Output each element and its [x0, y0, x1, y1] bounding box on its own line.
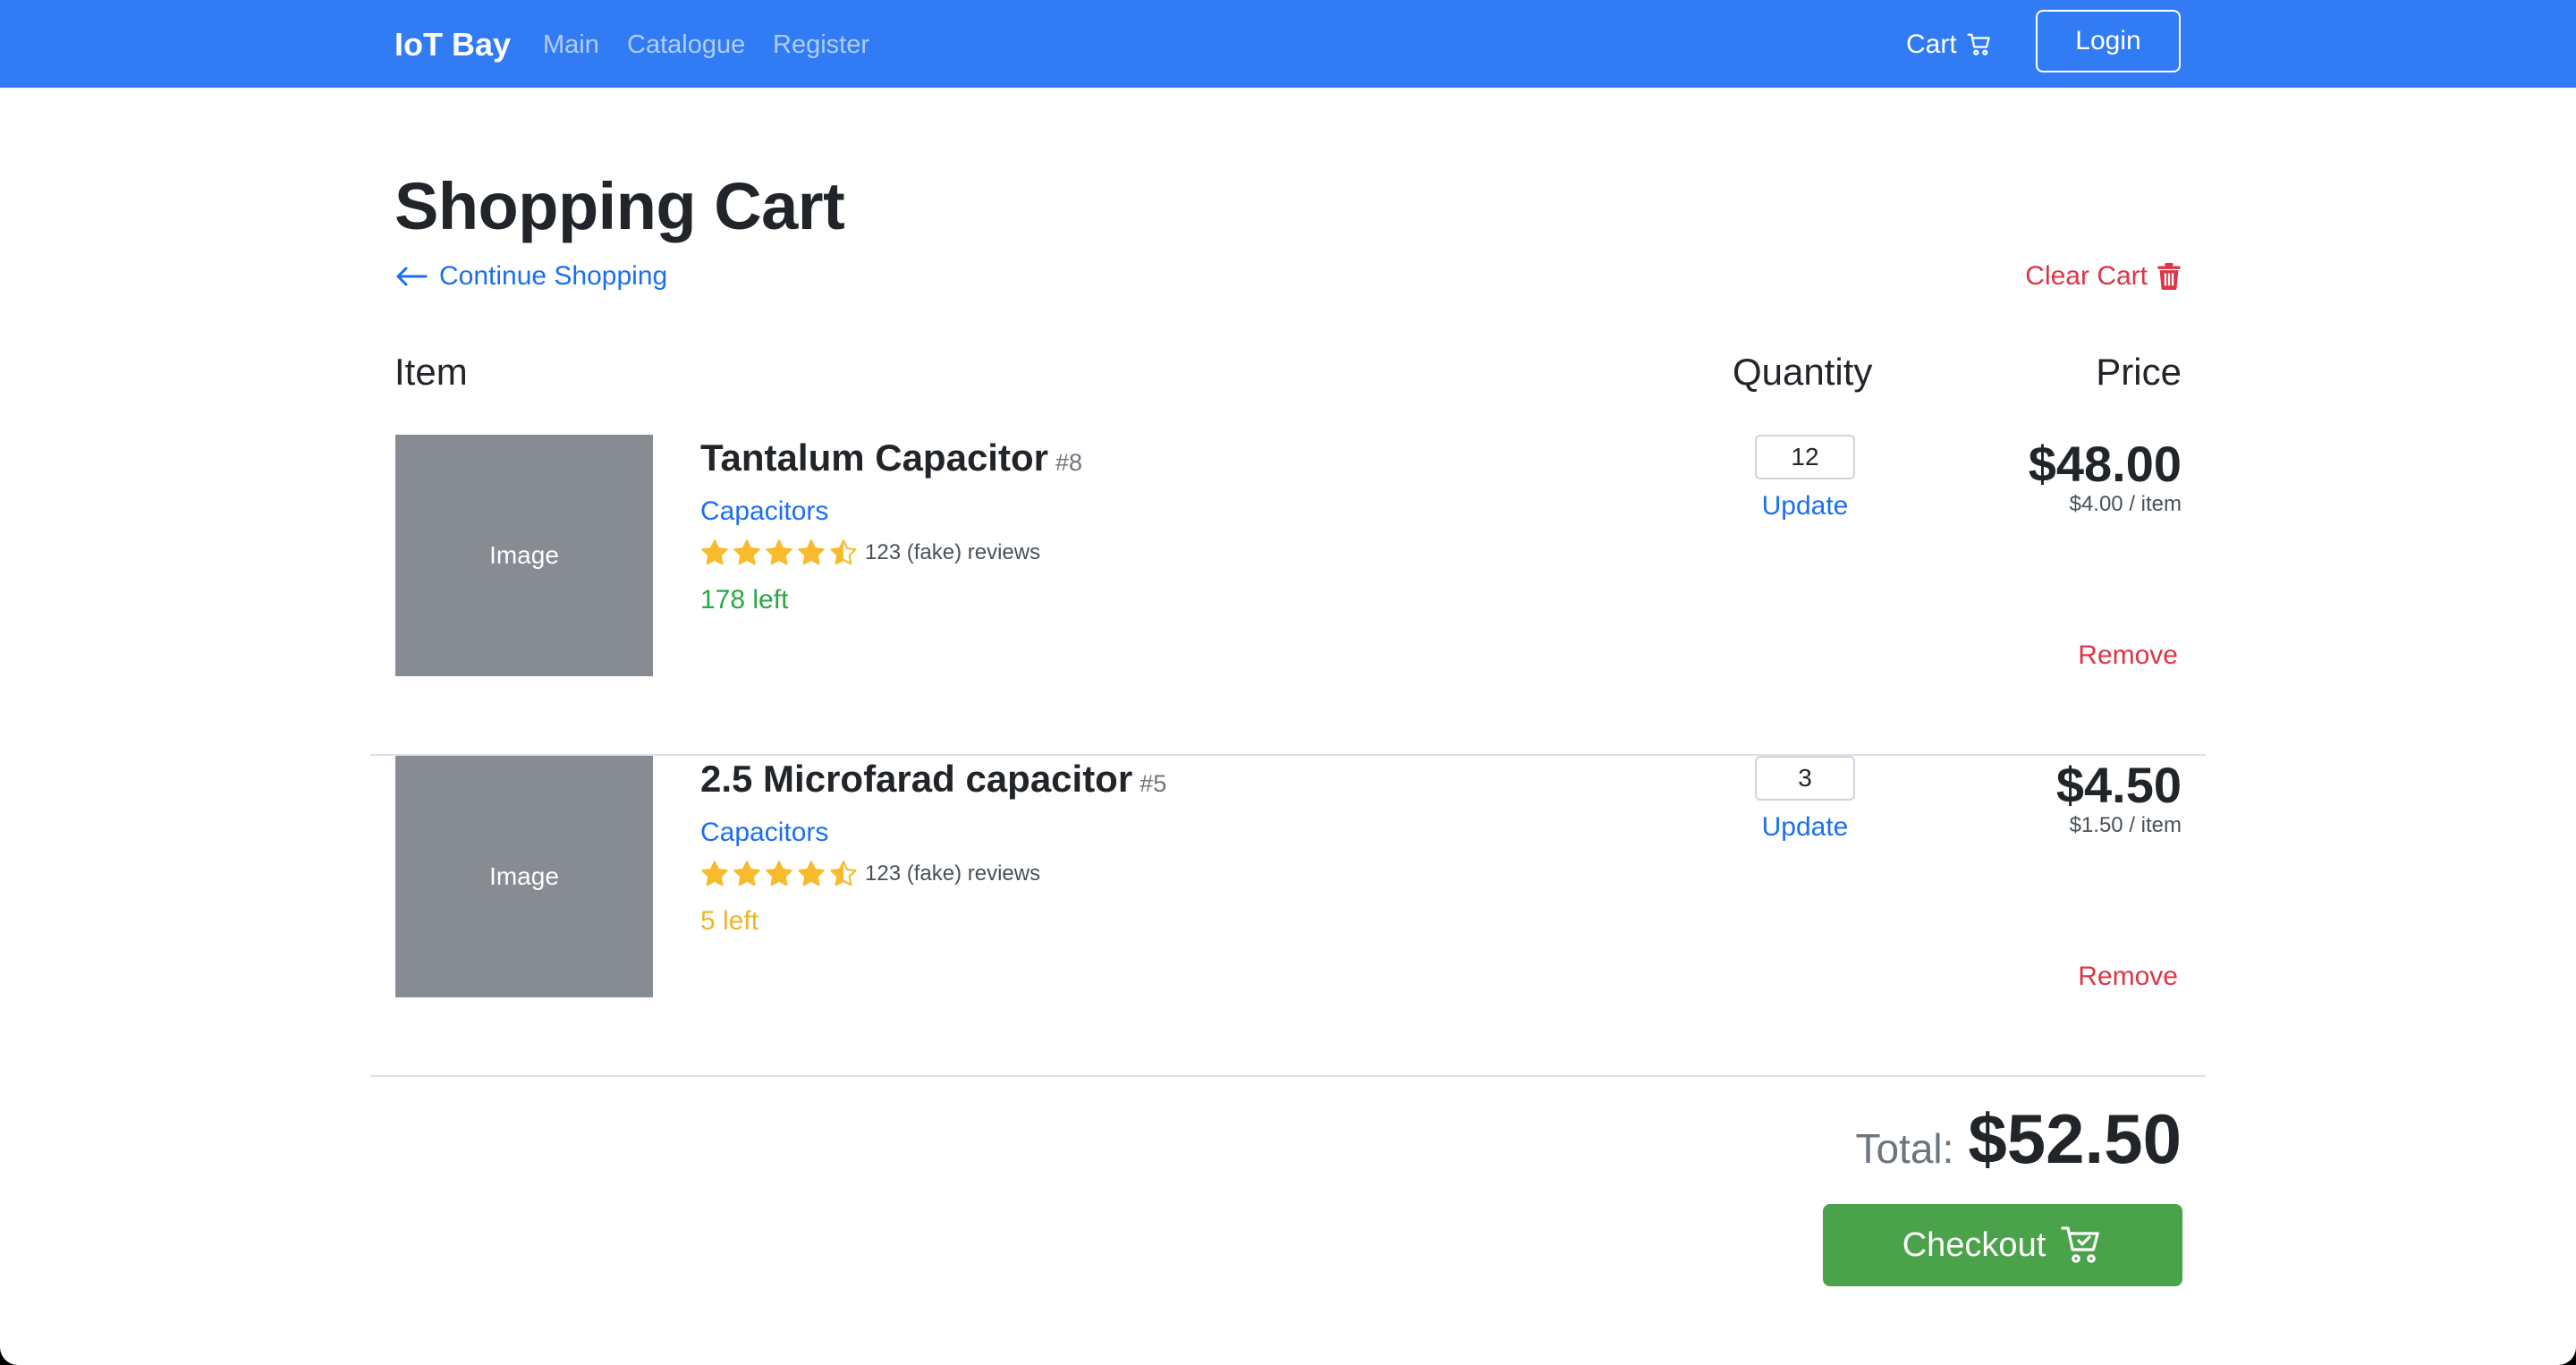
unit-price: $4.00 / item	[2069, 492, 2182, 516]
review-count: 123 (fake) reviews	[865, 540, 1041, 564]
trash-icon	[2157, 263, 2181, 290]
cart-icon	[1967, 33, 1990, 55]
update-quantity-button[interactable]: Update	[1755, 488, 1855, 524]
star-full-icon	[766, 539, 792, 565]
star-full-icon	[701, 539, 728, 565]
unit-price: $1.50 / item	[2069, 813, 2182, 837]
nav-cart-link[interactable]: Cart	[1906, 27, 1993, 63]
line-total-price: $4.50	[2055, 757, 2182, 813]
stock-status: 5 left	[700, 906, 759, 936]
update-quantity-button[interactable]: Update	[1755, 810, 1855, 845]
product-name-text: 2.5 Microfarad capacitor	[700, 758, 1133, 800]
quantity-input[interactable]	[1755, 756, 1855, 801]
star-full-icon	[733, 861, 760, 886]
product-name[interactable]: Tantalum Capacitor #8	[700, 435, 1082, 486]
clear-cart-link[interactable]: Clear Cart	[2025, 259, 2182, 294]
category-link[interactable]: Capacitors	[700, 494, 828, 530]
star-full-icon	[701, 861, 728, 886]
column-header-price: Price	[2096, 351, 2182, 393]
remove-item-button[interactable]: Remove	[2078, 638, 2178, 674]
page: IoT Bay Main Catalogue Register Cart Log…	[0, 0, 2576, 1365]
nav-link-main[interactable]: Main	[543, 28, 599, 62]
star-rating: 123 (fake) reviews	[700, 537, 1040, 569]
cart-row: Image 2.5 Microfarad capacitor #5 Capacit…	[370, 756, 2206, 1077]
star-half-icon	[830, 861, 857, 886]
login-button[interactable]: Login	[2036, 10, 2181, 72]
product-id: #8	[1055, 449, 1082, 476]
clear-cart-label: Clear Cart	[2025, 261, 2148, 291]
star-full-icon	[798, 539, 825, 565]
product-name[interactable]: 2.5 Microfarad capacitor #5	[700, 756, 1166, 807]
star-rating: 123 (fake) reviews	[700, 858, 1040, 890]
column-header-quantity: Quantity	[1733, 351, 1873, 393]
remove-item-button[interactable]: Remove	[2078, 959, 2178, 995]
category-link[interactable]: Capacitors	[700, 815, 828, 851]
quantity-input[interactable]	[1755, 435, 1855, 479]
continue-shopping-label: Continue Shopping	[439, 261, 668, 291]
total-label: Total:	[1855, 1125, 1954, 1172]
cart-check-icon	[2061, 1226, 2100, 1263]
arrow-left-icon	[396, 267, 428, 286]
cart-total: Total: $52.50	[1855, 1098, 2182, 1180]
nav-cart-label: Cart	[1906, 30, 1957, 59]
nav-link-catalogue[interactable]: Catalogue	[627, 28, 745, 62]
product-image[interactable]: Image	[395, 435, 653, 676]
star-full-icon	[766, 861, 792, 886]
checkout-label: Checkout	[1902, 1225, 2046, 1264]
stock-status: 178 left	[700, 585, 789, 615]
brand-logo[interactable]: IoT Bay	[394, 25, 511, 64]
star-full-icon	[733, 539, 760, 565]
column-header-item: Item	[394, 351, 468, 393]
continue-shopping-link[interactable]: Continue Shopping	[394, 259, 667, 294]
star-full-icon	[798, 861, 825, 886]
page-title: Shopping Cart	[394, 169, 845, 243]
product-id: #5	[1140, 770, 1167, 797]
cart-row: Image Tantalum Capacitor #8 Capacitors 12…	[370, 435, 2206, 756]
product-name-text: Tantalum Capacitor	[700, 437, 1048, 479]
nav-link-register[interactable]: Register	[773, 28, 869, 62]
review-count: 123 (fake) reviews	[865, 861, 1041, 886]
total-value: $52.50	[1968, 1099, 2182, 1178]
star-half-icon	[830, 539, 857, 565]
line-total-price: $48.00	[2028, 436, 2182, 492]
navbar: IoT Bay Main Catalogue Register Cart Log…	[0, 0, 2576, 88]
checkout-button[interactable]: Checkout	[1823, 1204, 2182, 1286]
product-image[interactable]: Image	[395, 756, 653, 997]
